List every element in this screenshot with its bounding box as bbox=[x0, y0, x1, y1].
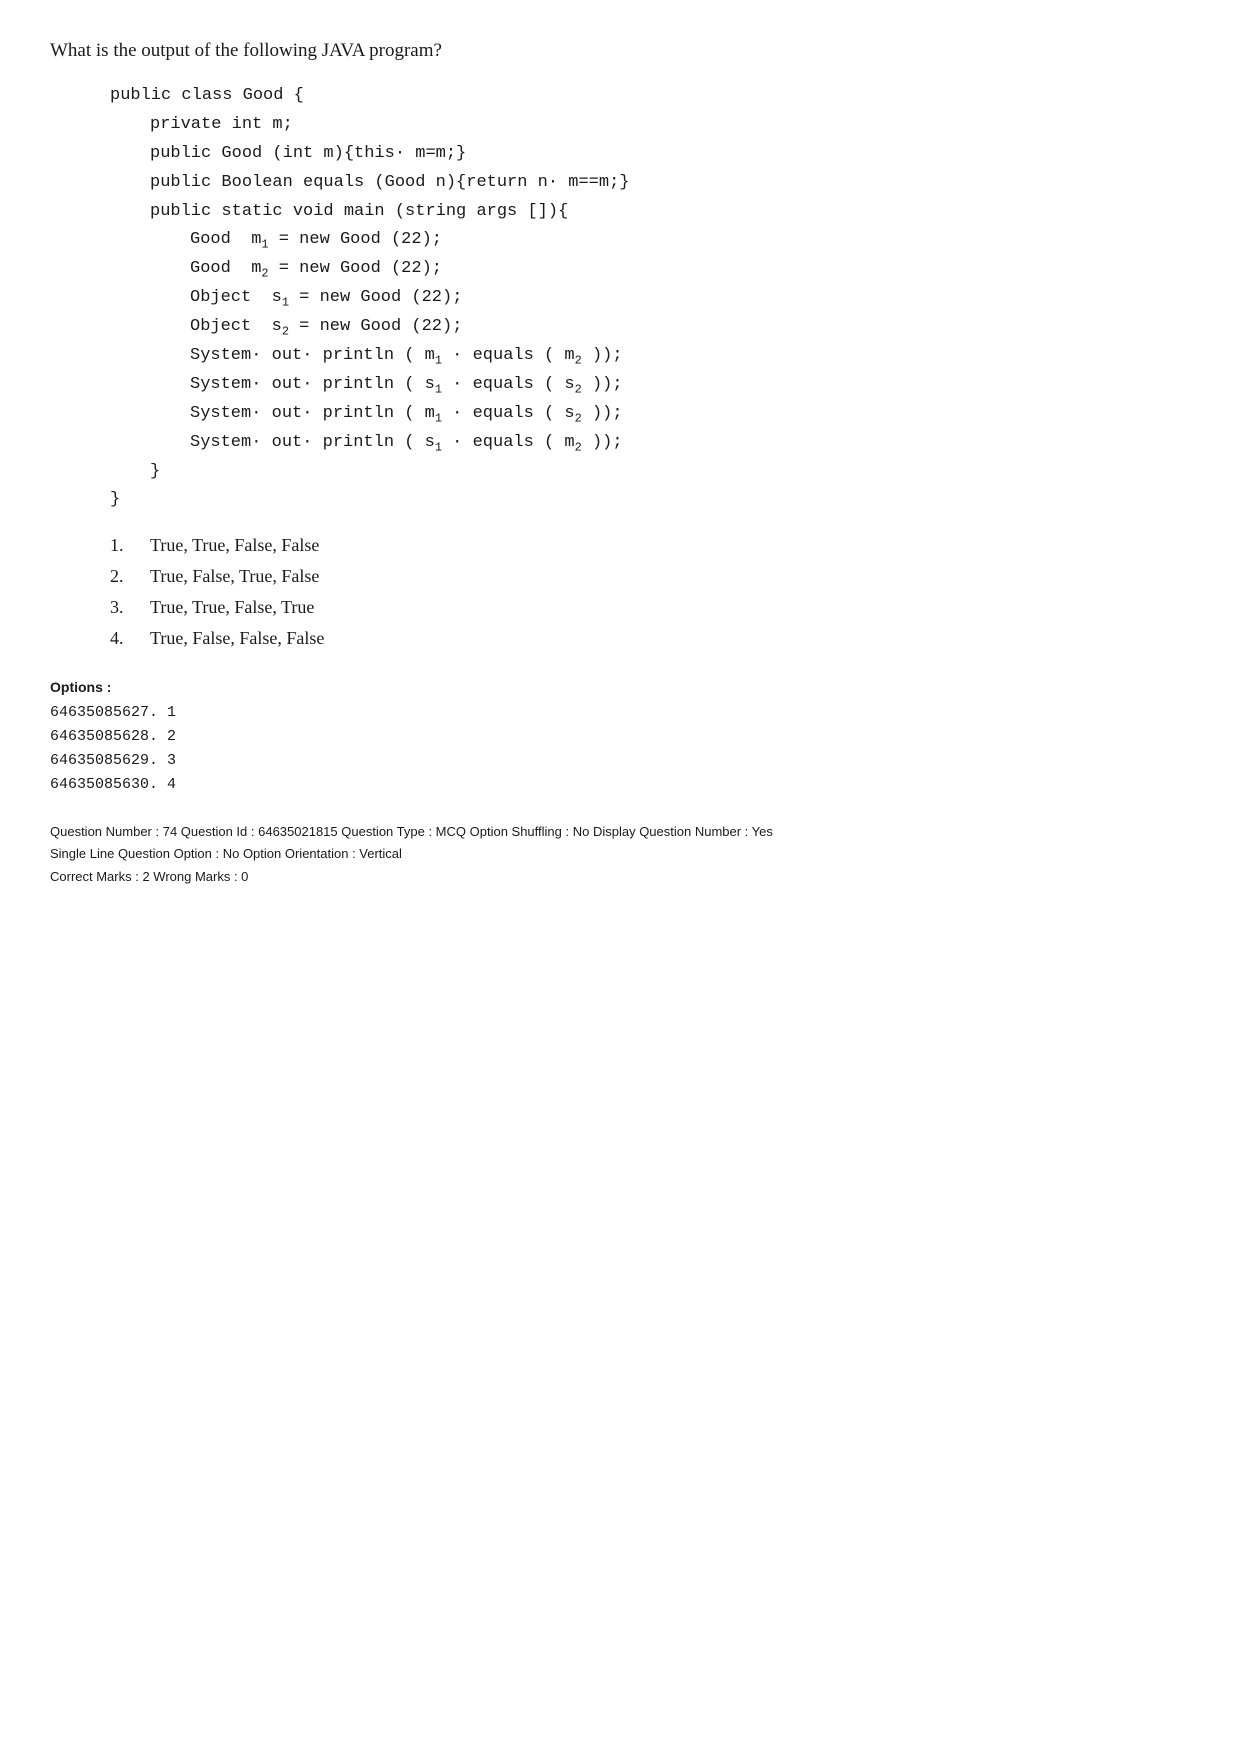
code-line-6: Good m1 = new Good (22); bbox=[110, 226, 1190, 255]
code-line-7: Good m2 = new Good (22); bbox=[110, 255, 1190, 284]
options-label: Options : bbox=[50, 679, 1190, 695]
option-code-3: 64635085629. 3 bbox=[50, 749, 1190, 773]
option-1: 1. True, True, False, False bbox=[110, 535, 1190, 556]
code-line-1: public class Good { bbox=[110, 82, 1190, 111]
question-text: What is the output of the following JAVA… bbox=[50, 40, 1190, 62]
option-3-number: 3. bbox=[110, 597, 150, 618]
option-4-number: 4. bbox=[110, 628, 150, 649]
code-line-11: System· out· println ( s1 · equals ( s2 … bbox=[110, 371, 1190, 400]
code-line-8: Object s1 = new Good (22); bbox=[110, 284, 1190, 313]
code-line-5: public static void main (string args [])… bbox=[110, 198, 1190, 227]
option-4-text: True, False, False, False bbox=[150, 628, 324, 649]
option-3: 3. True, True, False, True bbox=[110, 597, 1190, 618]
meta-line-2: Single Line Question Option : No Option … bbox=[50, 843, 1190, 865]
question-container: What is the output of the following JAVA… bbox=[50, 40, 1190, 888]
options-section: Options : 64635085627. 1 64635085628. 2 … bbox=[50, 679, 1190, 797]
option-4: 4. True, False, False, False bbox=[110, 628, 1190, 649]
code-line-10: System· out· println ( m1 · equals ( m2 … bbox=[110, 342, 1190, 371]
meta-info: Question Number : 74 Question Id : 64635… bbox=[50, 821, 1190, 887]
option-code-1: 64635085627. 1 bbox=[50, 701, 1190, 725]
option-2-text: True, False, True, False bbox=[150, 566, 319, 587]
option-2-number: 2. bbox=[110, 566, 150, 587]
code-line-13: System· out· println ( s1 · equals ( m2 … bbox=[110, 429, 1190, 458]
code-line-3: public Good (int m){this· m=m;} bbox=[110, 140, 1190, 169]
option-1-text: True, True, False, False bbox=[150, 535, 319, 556]
code-line-2: private int m; bbox=[110, 111, 1190, 140]
option-1-number: 1. bbox=[110, 535, 150, 556]
option-code-2: 64635085628. 2 bbox=[50, 725, 1190, 749]
code-line-14: } bbox=[110, 458, 1190, 487]
code-block: public class Good { private int m; publi… bbox=[110, 82, 1190, 515]
meta-line-3: Correct Marks : 2 Wrong Marks : 0 bbox=[50, 866, 1190, 888]
option-3-text: True, True, False, True bbox=[150, 597, 314, 618]
meta-line-1: Question Number : 74 Question Id : 64635… bbox=[50, 821, 1190, 843]
code-line-12: System· out· println ( m1 · equals ( s2 … bbox=[110, 400, 1190, 429]
code-line-4: public Boolean equals (Good n){return n·… bbox=[110, 169, 1190, 198]
option-2: 2. True, False, True, False bbox=[110, 566, 1190, 587]
code-line-15: } bbox=[110, 486, 1190, 515]
code-line-9: Object s2 = new Good (22); bbox=[110, 313, 1190, 342]
option-code-4: 64635085630. 4 bbox=[50, 773, 1190, 797]
answer-options: 1. True, True, False, False 2. True, Fal… bbox=[110, 535, 1190, 649]
